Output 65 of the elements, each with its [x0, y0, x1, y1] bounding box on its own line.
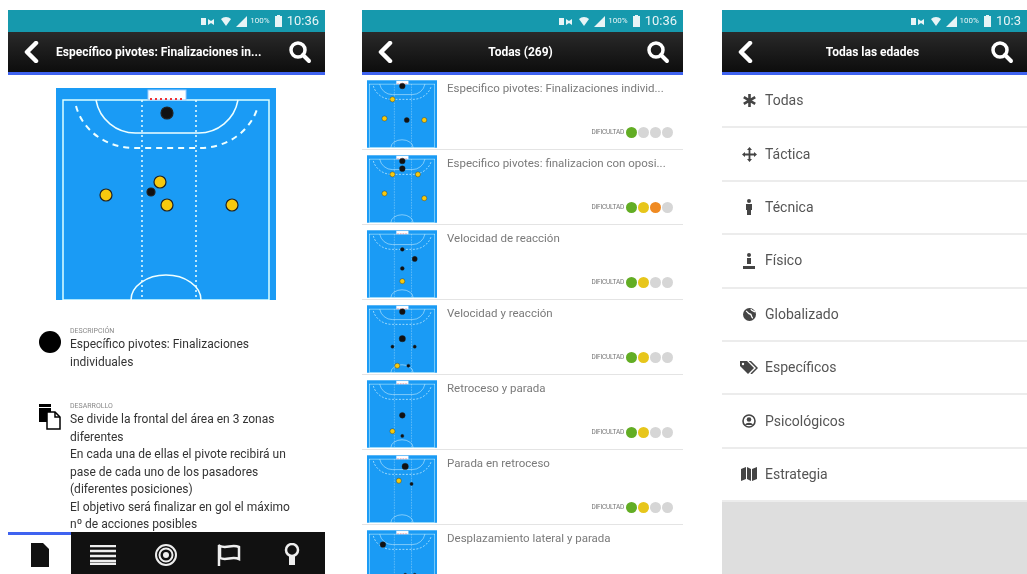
section-text: Específico pivotes: Finalizaciones individuales: [70, 336, 250, 371]
document-icon: [30, 542, 49, 567]
search-icon: [646, 40, 670, 64]
category-label: Específicos: [765, 358, 837, 378]
court-thumbnail-drawing: [367, 229, 437, 299]
notification-icon: [558, 15, 575, 27]
exercise-title: Retroceso y parada: [447, 380, 547, 397]
battery-percentage: 100%: [608, 15, 628, 27]
section-text: Se divide la frontal del área en 3 zonas diferentes: [70, 411, 276, 446]
signal-icon: [236, 15, 248, 27]
court-thumbnail-drawing: [367, 304, 437, 374]
notification-icon: [909, 15, 926, 27]
exercise-title: Velocidad de reacción: [447, 230, 561, 247]
flag-icon: [216, 543, 241, 566]
map-icon: [739, 467, 759, 482]
battery-icon: [274, 15, 282, 27]
wifi-icon: [579, 15, 590, 27]
exercise-row[interactable]: Desplazamiento lateral y parada: [362, 525, 683, 574]
court-thumbnail-drawing: [367, 454, 437, 524]
list-icon: [89, 544, 116, 565]
clock-time: 10:3: [995, 12, 1021, 31]
exercise-title: Velocidad y reacción: [447, 305, 554, 322]
category-label: Técnica: [765, 197, 814, 217]
battery-icon: [983, 15, 991, 27]
battery-percentage: 100%: [250, 15, 270, 27]
notification-icon: [200, 15, 217, 27]
back-icon: [737, 41, 753, 63]
screen-title: Específico pivotes: Finalizaciones in...: [55, 44, 263, 61]
category-label: Globalizado: [765, 304, 839, 324]
battery-icon: [632, 15, 640, 27]
clock-time: 10:36: [644, 12, 677, 31]
screen-title: Todas (269): [487, 44, 554, 61]
category-label: Estrategia: [765, 464, 828, 484]
exercise-title: Desplazamiento lateral y parada: [447, 530, 612, 547]
section-text: El objetivo será finalizar en gol el máximo nº de acciones posibles: [70, 498, 291, 532]
exercise-title: Especifico pivotes: finalizacion con oposi...: [447, 155, 667, 172]
clock-time: 10:36: [286, 12, 319, 31]
battery-percentage: 100%: [959, 15, 979, 27]
wifi-icon: [221, 15, 232, 27]
circle-icon: [39, 331, 61, 353]
tags-icon: [739, 361, 759, 375]
category-label: Táctica: [765, 144, 811, 164]
signal-icon: [594, 15, 606, 27]
move-arrows-icon: [739, 146, 759, 162]
court-thumbnail-drawing: [367, 154, 437, 224]
court-thumbnail-drawing: [367, 379, 437, 449]
back-icon: [377, 41, 393, 63]
wifi-icon: [930, 15, 941, 27]
court-thumbnail-drawing: [367, 79, 437, 149]
screen-title: Todas las edades: [824, 44, 921, 61]
target-icon: [154, 543, 177, 566]
signal-icon: [945, 15, 957, 27]
category-label: Físico: [765, 251, 803, 271]
lightbulb-icon: [283, 542, 300, 567]
navigation-tab[interactable]: [8, 532, 71, 574]
back-icon: [23, 41, 39, 63]
exercise-title: Especifico pivotes: Finalizaciones individ...: [447, 80, 665, 97]
search-icon: [990, 40, 1014, 64]
category-label: Psicológicos: [765, 411, 845, 431]
user-circle-icon: [739, 414, 759, 429]
exercise-title: Parada en retroceso: [447, 455, 551, 472]
category-label: Todas: [765, 91, 804, 111]
documents-icon: [39, 404, 61, 430]
section-text: En cada una de ellas el pivote recibirá un pase de cada uno de los pasadores (diferentes posiciones): [70, 446, 287, 498]
search-icon: [288, 40, 312, 64]
